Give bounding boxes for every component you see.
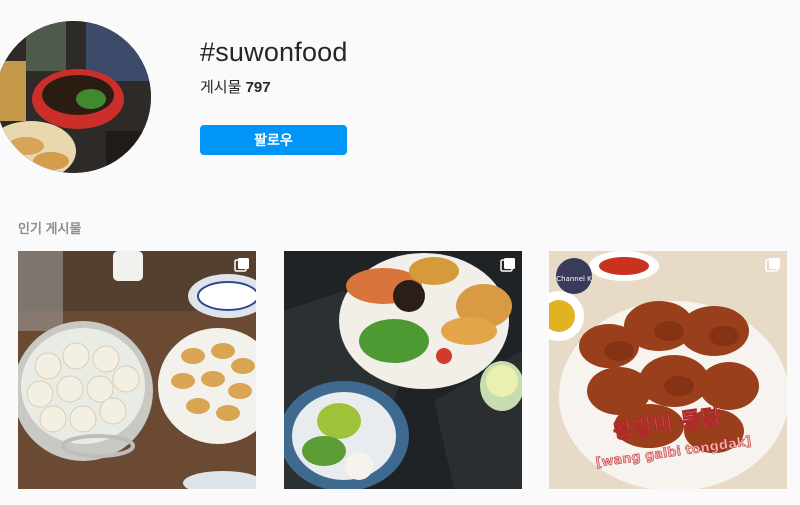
multiple-posts-icon	[765, 258, 780, 272]
post-count-value: 797	[245, 79, 271, 96]
hashtag-header: #suwonfood 게시물 797	[200, 36, 348, 96]
top-posts-title: 인기 게시물	[18, 221, 82, 236]
hashtag-avatar	[0, 21, 151, 173]
post-tile-1[interactable]	[18, 251, 256, 489]
hashtag-title: #suwonfood	[200, 37, 348, 67]
post-image-fried-chicken: Channel K 왕갈비 통닭 [wang galbi tongdak]	[549, 251, 787, 489]
channel-badge: Channel K	[556, 275, 592, 283]
multiple-posts-icon	[500, 258, 515, 272]
post-count: 게시물 797	[200, 76, 271, 97]
post-count-label: 게시물	[200, 79, 242, 96]
avatar-image	[0, 21, 151, 173]
post-tile-3[interactable]: Channel K 왕갈비 통닭 [wang galbi tongdak]	[549, 251, 787, 489]
post-image-brunch	[284, 251, 522, 489]
multiple-posts-icon	[234, 258, 249, 272]
post-tile-2[interactable]	[284, 251, 522, 489]
follow-button[interactable]: 팔로우	[200, 125, 347, 155]
post-image-dumplings	[18, 251, 256, 489]
